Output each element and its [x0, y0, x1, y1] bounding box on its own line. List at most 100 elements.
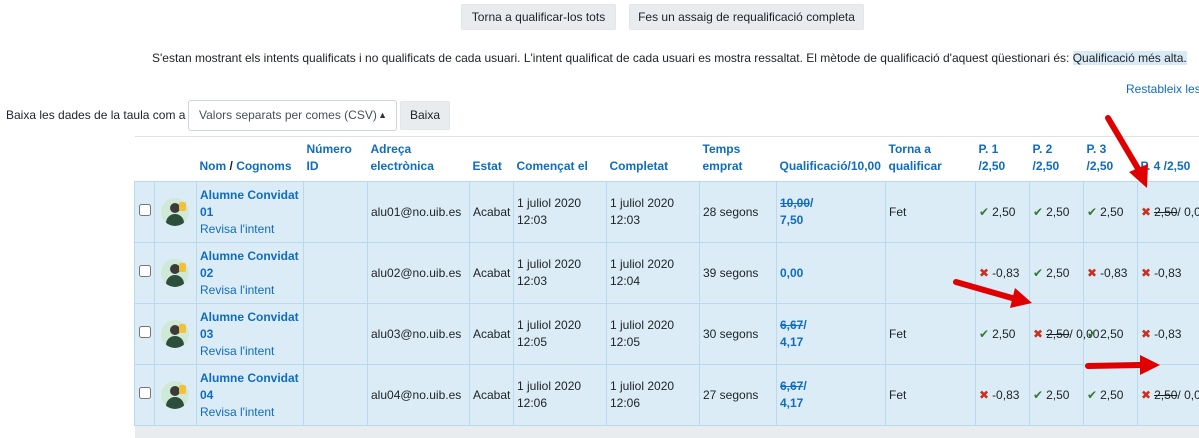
student-name-link[interactable]: Alumne Convidat 01: [200, 187, 300, 221]
row-select-cell: [135, 365, 155, 426]
download-format-select[interactable]: Valors separats per comes (CSV) ▲: [188, 100, 397, 131]
grade-cell[interactable]: 0,00: [777, 243, 886, 304]
q1-mark: 2,50: [992, 205, 1015, 219]
student-name-link[interactable]: Alumne Convidat 03: [200, 309, 300, 343]
q4-header[interactable]: P. 4 /2,50: [1138, 137, 1199, 182]
q2-header[interactable]: P. 2 /2,50: [1030, 137, 1084, 182]
row-checkbox[interactable]: [139, 265, 151, 277]
review-attempt-link[interactable]: Revisa l'intent: [200, 282, 300, 299]
q3-mark: 2,50: [1100, 327, 1123, 341]
student-name-link[interactable]: Alumne Convidat 04: [200, 370, 300, 404]
avatar[interactable]: [161, 381, 189, 409]
attempts-table: Nom / Cognoms Número ID Adreça electròni…: [134, 136, 1199, 438]
q2-cell[interactable]: ✔2,50: [1030, 182, 1084, 243]
row-select-cell: [135, 304, 155, 365]
regrade-header[interactable]: Torna a qualificar: [886, 137, 976, 182]
id-header[interactable]: Número ID: [304, 137, 368, 182]
table-row: Alumne Convidat 02Revisa l'intentalu02@n…: [135, 243, 1199, 304]
q1-cell[interactable]: ✔2,50: [976, 182, 1030, 243]
state-cell: Acabat: [470, 304, 514, 365]
student-name-link[interactable]: Alumne Convidat 02: [200, 248, 300, 282]
email-cell: alu03@no.uib.es: [368, 304, 470, 365]
row-checkbox[interactable]: [139, 204, 151, 216]
grade-new: 4,17: [780, 335, 803, 349]
row-checkbox[interactable]: [139, 387, 151, 399]
q4-cell[interactable]: ✖-0,83: [1138, 243, 1199, 304]
q1-mark: -0,83: [992, 388, 1019, 402]
q1-cell[interactable]: ✖-0,83: [976, 243, 1030, 304]
q2-cell[interactable]: ✖2,50/ 0,00: [1030, 304, 1084, 365]
avatar[interactable]: [161, 259, 189, 287]
name-header[interactable]: Nom / Cognoms: [197, 137, 304, 182]
download-button[interactable]: Baixa: [400, 101, 450, 130]
regrade-cell: Fet: [886, 365, 976, 426]
id-cell: [304, 243, 368, 304]
check-icon: ✔: [1033, 205, 1043, 219]
time-cell: 39 segons: [700, 243, 777, 304]
q3-cell[interactable]: ✔2,50: [1084, 304, 1138, 365]
avatar[interactable]: [161, 198, 189, 226]
avatar-cell: [155, 182, 197, 243]
cross-icon: ✖: [979, 266, 989, 280]
grade-cell[interactable]: 6,67/4,17: [777, 304, 886, 365]
grade-header[interactable]: Qualificació/10,00: [777, 137, 886, 182]
q2-cell[interactable]: ✔2,50: [1030, 243, 1084, 304]
email-header[interactable]: Adreça electrònica: [368, 137, 470, 182]
q3-cell[interactable]: ✔2,50: [1084, 365, 1138, 426]
q2-mark: 2,50: [1046, 266, 1069, 280]
review-attempt-link[interactable]: Revisa l'intent: [200, 221, 300, 238]
q4-cell[interactable]: ✖-0,83: [1138, 304, 1199, 365]
dry-run-button[interactable]: Fes un assaig de requalificació completa: [629, 4, 864, 30]
q1-cell[interactable]: ✔2,50: [976, 304, 1030, 365]
q3-cell[interactable]: ✖-0,83: [1084, 243, 1138, 304]
review-attempt-link[interactable]: Revisa l'intent: [200, 404, 300, 421]
q1-header[interactable]: P. 1 /2,50: [976, 137, 1030, 182]
review-attempt-link[interactable]: Revisa l'intent: [200, 343, 300, 360]
regrade-all-button[interactable]: Torna a qualificar-los tots: [461, 4, 616, 30]
cross-icon: ✖: [1141, 205, 1151, 219]
q4-old-mark: 2,50: [1154, 388, 1177, 402]
chevron-updown-icon: ▲: [378, 101, 387, 130]
q3-header[interactable]: P. 3 /2,50: [1084, 137, 1138, 182]
picture-header: [155, 137, 197, 182]
q2-cell[interactable]: ✔2,50: [1030, 365, 1084, 426]
cross-icon: ✖: [1141, 327, 1151, 341]
check-icon: ✔: [979, 327, 989, 341]
download-format-value: Valors separats per comes (CSV): [199, 108, 377, 122]
regrade-cell: Fet: [886, 182, 976, 243]
table-header: Nom / Cognoms Número ID Adreça electròni…: [135, 137, 1199, 182]
check-icon: ✔: [1033, 266, 1043, 280]
select-header: [135, 137, 155, 182]
q4-old-mark: 2,50: [1154, 205, 1177, 219]
q2-mark: 2,50: [1046, 388, 1069, 402]
download-label: Baixa les dades de la taula com a: [6, 108, 185, 122]
completed-header[interactable]: Completat: [607, 137, 700, 182]
q4-cell[interactable]: ✖2,50/ 0,00: [1138, 365, 1199, 426]
name-cell: Alumne Convidat 04Revisa l'intent: [197, 365, 304, 426]
grade-cell[interactable]: 6,67/4,17: [777, 365, 886, 426]
q1-mark: -0,83: [992, 266, 1019, 280]
grade-cell[interactable]: 10,00/7,50: [777, 182, 886, 243]
q3-cell[interactable]: ✔2,50: [1084, 182, 1138, 243]
row-checkbox[interactable]: [139, 326, 151, 338]
check-icon: ✔: [1087, 388, 1097, 402]
avatar-cell: [155, 304, 197, 365]
avatar[interactable]: [161, 320, 189, 348]
id-cell: [304, 365, 368, 426]
q1-cell[interactable]: ✖-0,83: [976, 365, 1030, 426]
id-cell: [304, 304, 368, 365]
time-header[interactable]: Temps emprat: [700, 137, 777, 182]
grade-old: 10,00: [780, 196, 810, 210]
row-select-cell: [135, 243, 155, 304]
completed-cell: 1 juliol 2020 12:04: [607, 243, 700, 304]
check-icon: ✔: [979, 205, 989, 219]
q4-cell[interactable]: ✖2,50/ 0,00: [1138, 182, 1199, 243]
table-footer: [135, 426, 1199, 438]
regrade-cell: Fet: [886, 304, 976, 365]
reset-table-link[interactable]: Restableix les: [1126, 82, 1199, 96]
row-select-cell: [135, 182, 155, 243]
started-header[interactable]: Començat el: [514, 137, 607, 182]
time-cell: 27 segons: [700, 365, 777, 426]
state-header[interactable]: Estat: [470, 137, 514, 182]
cross-icon: ✖: [1141, 266, 1151, 280]
